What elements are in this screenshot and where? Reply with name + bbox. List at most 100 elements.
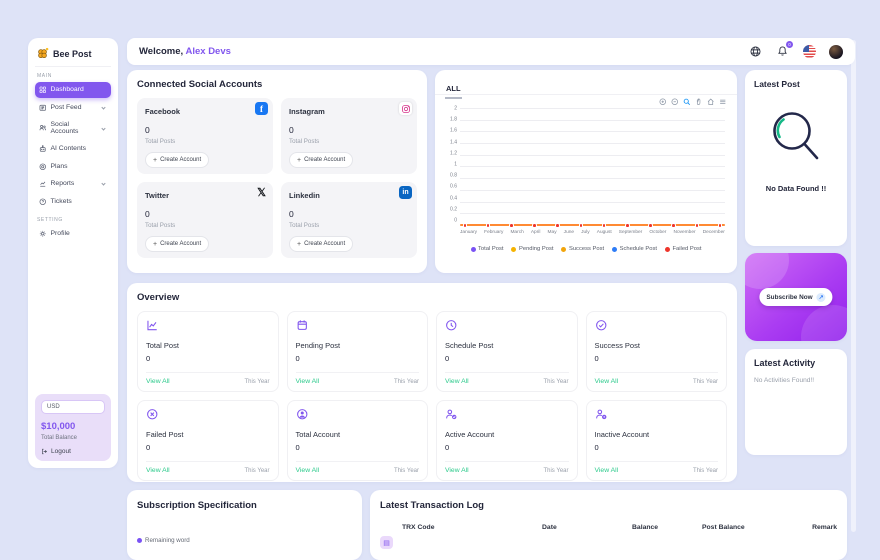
reports-icon	[39, 180, 47, 188]
legend-item[interactable]: Schedule Post	[612, 246, 657, 252]
zoom-out-icon[interactable]	[671, 98, 679, 106]
latest-transaction-log-card: Latest Transaction Log TRX Code Date Bal…	[370, 490, 847, 560]
stat-card-inactive-account: Inactive Account 0 View AllThis Year	[586, 400, 728, 481]
stat-card-schedule-post: Schedule Post 0 View AllThis Year	[436, 311, 578, 392]
sidebar-item-label: Reports	[51, 180, 75, 187]
currency-select[interactable]: USD	[41, 400, 105, 414]
sidebar-item-label: Social Accounts	[51, 121, 99, 135]
social-card-twitter: Twitter 𝕏 0 Total Posts +Create Account	[137, 182, 273, 258]
chevron-down-icon	[101, 105, 105, 109]
view-all-link[interactable]: View All	[445, 378, 469, 385]
data-point-markers	[460, 223, 725, 228]
menu-icon[interactable]	[719, 98, 727, 106]
legend-dot	[137, 538, 142, 543]
view-all-link[interactable]: View All	[296, 378, 320, 385]
x-axis-labels: JanuaryFebruaryMarch AprilMayJune JulyAu…	[460, 230, 725, 235]
logout-label: Logout	[51, 448, 71, 455]
home-icon[interactable]	[707, 98, 715, 106]
plus-icon: +	[153, 241, 157, 248]
plus-icon: +	[297, 241, 301, 248]
create-account-button[interactable]: +Create Account	[145, 236, 209, 252]
subscription-specification-card: Subscription Specification Remaining wor…	[127, 490, 362, 560]
sidebar-item-plans[interactable]: Plans	[35, 159, 111, 175]
profile-menu-button[interactable]	[829, 45, 843, 59]
line-chart[interactable]: 21.8 1.61.4 1.21 0.80.6 0.40.2 0	[445, 108, 725, 226]
sidebar-item-ai-contents[interactable]: AI Contents	[35, 141, 111, 157]
view-all-link[interactable]: View All	[595, 467, 619, 474]
subscribe-now-button[interactable]: Subscribe Now ↗	[759, 288, 832, 306]
language-flag-button[interactable]	[802, 45, 816, 59]
tickets-icon	[39, 198, 47, 206]
language-globe-button[interactable]	[748, 45, 762, 59]
zoom-in-icon[interactable]	[659, 98, 667, 106]
stat-value: 0	[595, 443, 719, 452]
user-check-icon	[445, 408, 458, 421]
empty-state-message: No Data Found !!	[754, 184, 838, 193]
sidebar-item-reports[interactable]: Reports	[35, 176, 111, 192]
table-header: TRX Code Date Balance Post Balance Remar…	[380, 524, 837, 531]
legend-item[interactable]: Total Post	[471, 246, 504, 252]
subscribe-banner: Subscribe Now ↗	[745, 253, 847, 341]
create-account-button[interactable]: +Create Account	[145, 152, 209, 168]
section-title: Connected Social Accounts	[137, 79, 417, 90]
selection-zoom-icon[interactable]	[683, 98, 691, 106]
tab-all[interactable]: ALL	[445, 83, 462, 99]
sidebar-item-post-feed[interactable]: Post Feed	[35, 100, 111, 116]
check-circle-icon	[595, 319, 608, 332]
linkedin-icon: in	[399, 186, 412, 199]
sidebar-item-profile[interactable]: Profile	[35, 226, 111, 242]
stat-value: 0	[296, 443, 420, 452]
view-all-link[interactable]: View All	[146, 378, 170, 385]
logout-button[interactable]: Logout	[41, 448, 105, 455]
app-name: Bee Post	[53, 49, 92, 59]
avatar	[829, 45, 843, 59]
social-card-facebook: Facebook f 0 Total Posts +Create Account	[137, 98, 273, 174]
overview-card: Overview Total Post 0 View AllThis Year …	[127, 283, 737, 482]
legend-item[interactable]: Success Post	[561, 246, 604, 252]
plans-icon	[39, 163, 47, 171]
sidebar-item-tickets[interactable]: Tickets	[35, 194, 111, 210]
sidebar-item-label: Dashboard	[51, 86, 84, 93]
post-count: 0	[289, 125, 409, 135]
user-name: Alex Devs	[185, 46, 230, 57]
page-scrollbar[interactable]	[851, 40, 856, 532]
view-all-link[interactable]: View All	[146, 467, 170, 474]
stat-card-pending-post: Pending Post 0 View AllThis Year	[287, 311, 429, 392]
pan-icon[interactable]	[695, 98, 703, 106]
empty-state-message: No Activities Found!!	[754, 377, 838, 384]
view-all-link[interactable]: View All	[445, 467, 469, 474]
view-all-link[interactable]: View All	[595, 378, 619, 385]
table-row[interactable]: ▤	[380, 536, 837, 549]
balance-label: Total Balance	[41, 435, 105, 441]
section-title: Latest Transaction Log	[380, 500, 837, 511]
legend-item: Remaining word	[137, 537, 352, 544]
sidebar-item-label: Tickets	[51, 198, 72, 205]
sidebar-section-main: MAIN	[37, 73, 109, 79]
legend-item[interactable]: Pending Post	[511, 246, 553, 252]
facebook-icon: f	[255, 102, 268, 115]
legend-item[interactable]: Failed Post	[665, 246, 702, 252]
chart-line-icon	[146, 319, 159, 332]
post-count: 0	[145, 125, 265, 135]
welcome-message: Welcome, Alex Devs	[139, 46, 231, 57]
social-accounts-icon	[39, 124, 47, 132]
arrow-up-right-icon: ↗	[817, 293, 826, 302]
create-account-button[interactable]: +Create Account	[289, 236, 353, 252]
sidebar-item-label: AI Contents	[51, 145, 87, 152]
user-gear-icon	[595, 408, 608, 421]
sidebar-item-social-accounts[interactable]: Social Accounts	[35, 117, 111, 139]
sidebar-item-dashboard[interactable]: Dashboard	[35, 82, 111, 98]
y-axis-labels: 21.8 1.61.4 1.21 0.80.6 0.40.2 0	[445, 106, 460, 224]
stat-value: 0	[146, 354, 270, 363]
gridlines	[460, 108, 725, 226]
chart-toolbar	[659, 98, 727, 106]
sidebar-item-label: Profile	[51, 230, 70, 237]
sidebar-item-label: Plans	[51, 163, 68, 170]
view-all-link[interactable]: View All	[296, 467, 320, 474]
create-account-button[interactable]: +Create Account	[289, 152, 353, 168]
stat-value: 0	[445, 443, 569, 452]
section-title: Latest Post	[754, 79, 838, 89]
us-flag-icon	[803, 45, 816, 58]
notifications-button[interactable]: 0	[775, 45, 789, 59]
stat-card-total-post: Total Post 0 View AllThis Year	[137, 311, 279, 392]
